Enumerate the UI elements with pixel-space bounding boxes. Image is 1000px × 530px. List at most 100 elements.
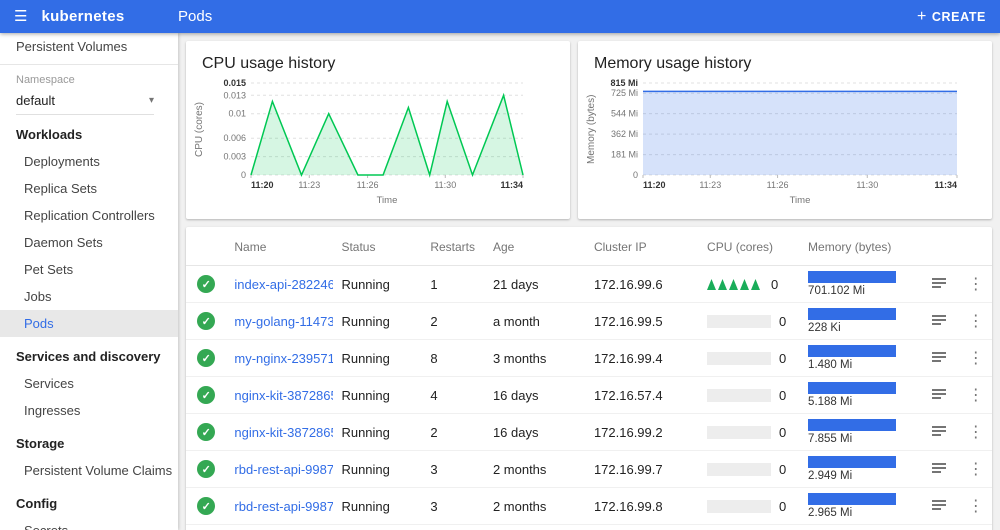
pod-name-link[interactable]: my-golang-1147314... [234, 314, 333, 329]
logs-icon[interactable] [931, 461, 947, 475]
status-ok-icon: ✓ [197, 349, 216, 367]
svg-text:0: 0 [241, 170, 246, 180]
sidebar-item-replication-controllers[interactable]: Replication Controllers [0, 202, 178, 229]
memory-bar [808, 308, 897, 320]
svg-text:11:34: 11:34 [500, 180, 523, 190]
pod-name-link[interactable]: rbd-rest-api-998728... [234, 462, 333, 477]
sidebar-item-persistent-volume-claims[interactable]: Persistent Volume Claims [0, 457, 178, 484]
sidebar-item-pet-sets[interactable]: Pet Sets [0, 256, 178, 283]
sidebar-top-items: Persistent Volumes [0, 33, 178, 60]
row-menu-icon[interactable]: ⋮ [968, 313, 984, 330]
memory-value: 2.949 Mi [808, 470, 853, 482]
namespace-selected-value: default [16, 93, 56, 108]
sidebar-section-services-and-discovery: Services and discovery [16, 349, 161, 364]
cpu-value: 0 [779, 461, 787, 477]
svg-text:0: 0 [633, 170, 638, 180]
svg-text:11:23: 11:23 [298, 180, 320, 190]
sidebar-item-daemon-sets[interactable]: Daemon Sets [0, 229, 178, 256]
pods-table: Name Status Restarts Age Cluster IP CPU (core… [186, 229, 992, 525]
pod-restarts: 2 [430, 313, 438, 329]
row-menu-icon[interactable]: ⋮ [968, 276, 984, 293]
pod-name-link[interactable]: nginx-kit-38728657... [234, 425, 333, 440]
memory-bar [808, 345, 897, 357]
svg-text:544 Mi: 544 Mi [611, 109, 638, 119]
create-button-label: CREATE [931, 9, 986, 24]
sidebar-item-services[interactable]: Services [0, 370, 178, 397]
column-header-status: Status [333, 229, 423, 266]
status-ok-icon: ✓ [197, 497, 216, 515]
svg-text:0.01: 0.01 [228, 109, 246, 119]
pods-table-header: Name Status Restarts Age Cluster IP CPU (core… [186, 229, 992, 266]
namespace-select[interactable]: default ▾ [16, 88, 154, 115]
pod-restarts: 4 [430, 387, 438, 403]
cpu-value: 0 [779, 350, 787, 366]
memory-value: 5.188 Mi [808, 396, 853, 408]
hamburger-menu-icon[interactable]: ☰ [14, 9, 27, 24]
pod-restarts: 2 [430, 424, 438, 440]
cpu-bar-track [707, 351, 772, 365]
logs-icon[interactable] [931, 498, 947, 512]
pod-name-link[interactable]: my-nginx-23957155... [234, 351, 333, 366]
logs-icon[interactable] [931, 424, 947, 438]
top-bar: ☰ kubernetes Pods + CREATE [0, 0, 1000, 33]
plus-icon: + [916, 7, 927, 25]
sidebar-item-replica-sets[interactable]: Replica Sets [0, 175, 178, 202]
cpu-value: 0 [771, 276, 779, 292]
pod-status: Running [341, 313, 390, 329]
pod-age: 2 months [492, 461, 547, 477]
pod-age: 3 months [492, 350, 547, 366]
pod-cluster-ip: 172.16.99.5 [593, 313, 663, 329]
column-header-memory-bytes: Memory (bytes) [800, 229, 920, 266]
svg-text:11:23: 11:23 [699, 180, 721, 190]
sidebar-item-deployments[interactable]: Deployments [0, 148, 178, 175]
row-menu-icon[interactable]: ⋮ [968, 461, 984, 478]
memory-bar [808, 456, 897, 468]
app-logo[interactable]: kubernetes [41, 8, 124, 25]
svg-text:11:20: 11:20 [251, 180, 274, 190]
row-menu-icon[interactable]: ⋮ [968, 498, 984, 515]
logs-icon[interactable] [931, 387, 947, 401]
charts-row: CPU usage history CPU (cores) 0 0.003 0.00… [186, 41, 992, 219]
svg-text:Time: Time [790, 195, 811, 206]
logs-icon[interactable] [931, 350, 947, 364]
cpu-usage-card: CPU usage history CPU (cores) 0 0.003 0.00… [186, 41, 570, 219]
cpu-value: 0 [779, 424, 787, 440]
column-header-spacer [186, 229, 227, 266]
memory-value: 228 Ki [808, 322, 841, 334]
svg-text:0.013: 0.013 [223, 90, 246, 100]
pod-age: 2 months [492, 498, 547, 514]
pod-cluster-ip: 172.16.99.8 [593, 498, 663, 514]
row-menu-icon[interactable]: ⋮ [968, 387, 984, 404]
svg-text:11:30: 11:30 [856, 180, 878, 190]
sidebar-item-pods[interactable]: Pods [0, 310, 178, 337]
row-menu-icon[interactable]: ⋮ [968, 350, 984, 367]
main-content: CPU usage history CPU (cores) 0 0.003 0.00… [178, 33, 1000, 530]
column-header-cpu-cores: CPU (cores) [699, 229, 801, 266]
memory-value: 7.855 Mi [808, 433, 853, 445]
sidebar-item-jobs[interactable]: Jobs [0, 283, 178, 310]
pod-status: Running [341, 498, 390, 514]
pod-name-link[interactable]: index-api-28224684... [234, 277, 333, 292]
sidebar-item-secrets[interactable]: Secrets [0, 517, 178, 530]
table-row: ✓ my-golang-1147314... Running 2 a month 172.… [186, 302, 992, 340]
logs-icon[interactable] [931, 313, 947, 327]
pod-name-link[interactable]: rbd-rest-api-998728... [234, 499, 333, 514]
row-menu-icon[interactable]: ⋮ [968, 424, 984, 441]
pod-age: 16 days [492, 424, 539, 440]
status-ok-icon: ✓ [197, 386, 216, 404]
svg-text:Time: Time [377, 195, 398, 206]
sidebar-item-ingresses[interactable]: Ingresses [0, 397, 178, 424]
create-button[interactable]: + CREATE [916, 7, 986, 25]
cpu-bar-track [707, 462, 772, 476]
memory-chart-title: Memory usage history [594, 55, 752, 72]
sidebar-item-persistent-volumes[interactable]: Persistent Volumes [0, 33, 178, 60]
cpu-value: 0 [779, 313, 787, 329]
logs-icon[interactable] [931, 276, 947, 290]
table-row: ✓ nginx-kit-38728657... Running 2 16 days 172… [186, 413, 992, 451]
pod-restarts: 8 [430, 350, 438, 366]
memory-bar [808, 493, 897, 505]
pod-name-link[interactable]: nginx-kit-38728657... [234, 388, 333, 403]
svg-text:0.003: 0.003 [223, 152, 246, 162]
memory-usage-chart: 0 181 Mi 362 Mi 544 Mi 725 Mi815 Mi 11:20 11:2… [610, 78, 958, 206]
svg-text:725 Mi: 725 Mi [611, 88, 638, 98]
